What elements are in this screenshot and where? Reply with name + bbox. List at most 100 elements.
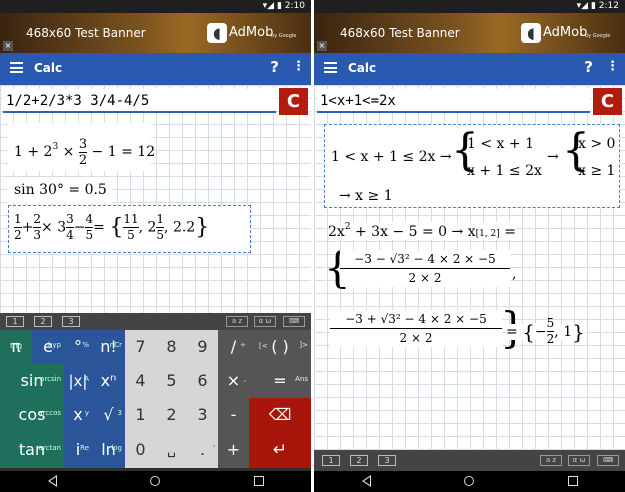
- result-card[interactable]: 1 + 23 × 32 − 1 = 12: [8, 123, 155, 171]
- result-card-active[interactable]: 1 < x + 1 ≤ 2x → { 1 < x + 1 x + 1 ≤ 2x …: [324, 124, 620, 208]
- key-equals[interactable]: Ans =: [249, 364, 311, 398]
- key-plus[interactable]: +: [218, 432, 249, 468]
- root-2: −3 + √3² − 4 × 2 × −5 2 × 2: [330, 310, 502, 347]
- key-9[interactable]: 9: [187, 330, 218, 364]
- key-6[interactable]: 6: [187, 364, 218, 398]
- result-value: = 12: [121, 144, 156, 160]
- final-solution: → x ≥ 1: [339, 188, 393, 204]
- back-icon[interactable]: [362, 475, 371, 487]
- key-sqrt[interactable]: 3 √: [92, 398, 125, 432]
- tab-1[interactable]: 1: [322, 455, 340, 466]
- result-card[interactable]: 2x2 + 3x − 5 = 0 → x[1, 2] = { −3 − √3² …: [324, 214, 527, 364]
- key-power[interactable]: xⁿ: [92, 364, 125, 398]
- solution-line-1: x > 0: [578, 136, 616, 152]
- menu-icon[interactable]: [10, 62, 23, 73]
- key-dot[interactable]: '.: [187, 432, 218, 468]
- key-divide[interactable]: ÷ /: [218, 330, 249, 364]
- key-5[interactable]: 5: [156, 364, 187, 398]
- tab-3[interactable]: 3: [62, 316, 80, 327]
- admob-sub: by Google: [585, 33, 611, 39]
- right-screen: ▾◢ ▮ 2:12 468x60 Test Banner ◖ AdMob by …: [314, 0, 625, 492]
- nav-bar: [314, 471, 625, 492]
- key-x[interactable]: yx: [64, 398, 92, 432]
- key-parentheses[interactable]: [<]>( ): [249, 330, 311, 364]
- tab-3[interactable]: 3: [378, 455, 396, 466]
- clear-button[interactable]: C: [279, 88, 308, 115]
- key-2[interactable]: 2: [156, 398, 187, 432]
- status-bar: ▾◢ ▮ 2:10: [0, 0, 311, 13]
- root-1: −3 − √3² − 4 × 2 × −5 2 × 2: [340, 250, 510, 287]
- keyboard-icon[interactable]: ⌨: [597, 455, 619, 466]
- tab-latin[interactable]: a z: [226, 316, 248, 327]
- expression-input[interactable]: 1<x+1<=2x: [317, 89, 590, 113]
- key-space[interactable]: ␣: [156, 432, 187, 468]
- back-icon[interactable]: [48, 475, 57, 487]
- recents-icon[interactable]: [568, 476, 578, 486]
- key-degree[interactable]: % °: [64, 330, 92, 364]
- tab-greek[interactable]: α ω: [254, 316, 276, 327]
- key-i[interactable]: Re i: [64, 432, 92, 468]
- tab-2[interactable]: 2: [34, 316, 52, 327]
- result-value[interactable]: = {− 5 2, 1}: [506, 316, 585, 347]
- key-cos[interactable]: arccos cos: [0, 398, 64, 432]
- key-sin[interactable]: arcsin sin: [0, 364, 64, 398]
- tab-2[interactable]: 2: [350, 455, 368, 466]
- key-tan[interactable]: arctan tan: [0, 432, 64, 468]
- backspace-icon[interactable]: ⌫: [249, 398, 311, 432]
- admob-logo-icon: ◖: [207, 23, 227, 43]
- admob-sub: by Google: [271, 33, 297, 39]
- result-value: sin 30° = 0.5: [14, 182, 107, 198]
- admob-logo-icon: ◖: [521, 23, 541, 43]
- more-icon[interactable]: ⋮: [606, 59, 619, 74]
- key-minus[interactable]: -: [218, 398, 249, 432]
- banner-text: 468x60 Test Banner: [26, 26, 146, 40]
- tab-latin[interactable]: a z: [540, 455, 562, 466]
- help-icon[interactable]: ?: [270, 58, 279, 76]
- key-3[interactable]: 3: [187, 398, 218, 432]
- app-bar: Calc ? ⋮: [314, 53, 625, 85]
- nav-bar: [0, 471, 311, 492]
- keyboard-tabs: 1 2 3 a z α ω ⌨: [314, 450, 625, 471]
- expression-input[interactable]: 1/2+2/3*3 3/4-4/5: [3, 89, 276, 113]
- more-icon[interactable]: ⋮: [292, 59, 305, 74]
- help-icon[interactable]: ?: [584, 58, 593, 76]
- key-abs[interactable]: A |x|: [64, 364, 92, 398]
- tab-greek[interactable]: α ω: [568, 455, 590, 466]
- clear-button[interactable]: C: [593, 88, 622, 115]
- tab-1[interactable]: 1: [6, 316, 24, 327]
- ad-banner[interactable]: 468x60 Test Banner ◖ AdMob by Google ×: [0, 13, 311, 53]
- banner-text: 468x60 Test Banner: [340, 26, 460, 40]
- key-multiply[interactable]: , ×: [218, 364, 249, 398]
- result-card-active[interactable]: 1 2 +2 3 × 3 3 4−4 5 = {11 5, 215, 2.2}: [8, 205, 251, 253]
- arrow: →: [547, 149, 559, 165]
- key-1[interactable]: 1: [125, 398, 156, 432]
- key-e[interactable]: hyp e: [32, 330, 64, 364]
- home-icon[interactable]: [150, 476, 160, 486]
- app-bar: Calc ? ⋮: [0, 53, 311, 85]
- key-8[interactable]: 8: [156, 330, 187, 364]
- result-card[interactable]: sin 30° = 0.5: [8, 177, 112, 203]
- close-icon[interactable]: ×: [3, 41, 13, 51]
- keyboard-icon[interactable]: ⌨: [283, 316, 305, 327]
- solution-line-2: x ≥ 1: [578, 163, 616, 179]
- key-0[interactable]: 0: [125, 432, 156, 468]
- admob-text: AdMob: [543, 25, 588, 40]
- comma: ,: [512, 266, 517, 282]
- ad-banner[interactable]: 468x60 Test Banner ◖ AdMob by Google ×: [314, 13, 625, 53]
- close-icon[interactable]: ×: [317, 41, 327, 51]
- admob-text: AdMob: [229, 25, 274, 40]
- system-line-2: x + 1 ≤ 2x: [467, 163, 542, 179]
- status-time: 2:12: [598, 1, 619, 11]
- quadratic-eq: 2x2 + 3x − 5 = 0 → x[1, 2] =: [328, 222, 516, 240]
- key-ln[interactable]: log ln: [92, 432, 125, 468]
- key-4[interactable]: 4: [125, 364, 156, 398]
- home-icon[interactable]: [464, 476, 474, 486]
- enter-icon[interactable]: ↵: [249, 432, 311, 468]
- number-keys: 7 8 9 4 5 6 1 2 3 0 ␣ '. ÷ / [<]>( ) , × A…: [125, 330, 311, 468]
- recents-icon[interactable]: [254, 476, 264, 486]
- key-factorial[interactable]: nCr n!: [92, 330, 125, 364]
- menu-icon[interactable]: [324, 62, 337, 73]
- key-7[interactable]: 7: [125, 330, 156, 364]
- key-pi[interactable]: trig π: [0, 330, 32, 364]
- app-title: Calc: [348, 61, 377, 75]
